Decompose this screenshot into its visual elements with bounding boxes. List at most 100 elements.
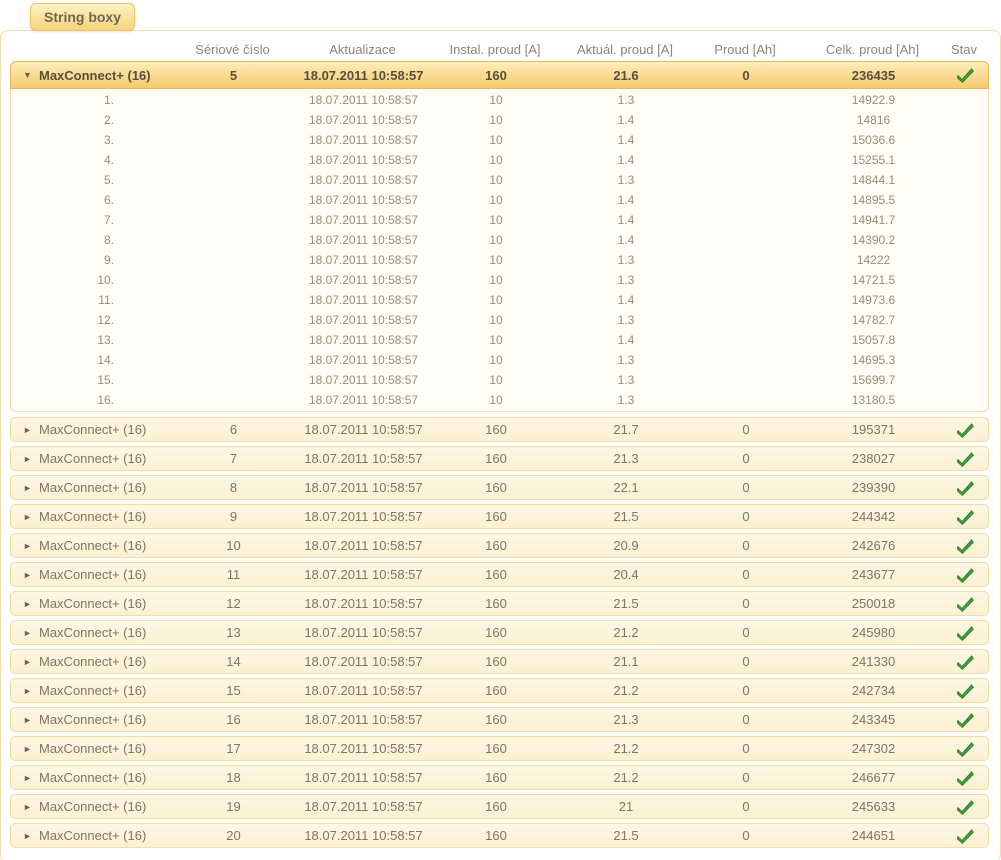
expander-icon[interactable]: ► xyxy=(23,628,39,638)
group-name-cell: ▼ MaxConnect+ (16) xyxy=(11,68,166,83)
string-box-group: ► MaxConnect+ (16) 18 18.07.2011 10:58:5… xyxy=(10,765,989,790)
cell-instal: 160 xyxy=(426,770,566,785)
string-index: 7. xyxy=(11,213,166,227)
cell-celk: 14973.6 xyxy=(806,293,941,307)
string-box-group: ► MaxConnect+ (16) 10 18.07.2011 10:58:5… xyxy=(10,533,989,558)
cell-aktual: 1.4 xyxy=(566,213,686,227)
group-name: MaxConnect+ (16) xyxy=(39,741,146,756)
cell-updated: 18.07.2011 10:58:57 xyxy=(301,213,426,227)
cell-celk: 13180.5 xyxy=(806,393,941,407)
cell-instal: 10 xyxy=(426,213,566,227)
group-row[interactable]: ► MaxConnect+ (16) 10 18.07.2011 10:58:5… xyxy=(10,533,989,558)
expander-icon[interactable]: ► xyxy=(23,454,39,464)
cell-serial: 7 xyxy=(166,451,301,466)
check-icon xyxy=(957,655,974,670)
cell-instal: 160 xyxy=(426,422,566,437)
expander-icon[interactable]: ► xyxy=(23,831,39,841)
cell-status xyxy=(941,421,989,437)
expander-icon[interactable]: ► xyxy=(23,744,39,754)
cell-instal: 10 xyxy=(426,393,566,407)
cell-celk: 243345 xyxy=(806,712,941,727)
group-row[interactable]: ► MaxConnect+ (16) 7 18.07.2011 10:58:57… xyxy=(10,446,989,471)
group-row[interactable]: ► MaxConnect+ (16) 13 18.07.2011 10:58:5… xyxy=(10,620,989,645)
group-row[interactable]: ► MaxConnect+ (16) 15 18.07.2011 10:58:5… xyxy=(10,678,989,703)
group-row[interactable]: ► MaxConnect+ (16) 9 18.07.2011 10:58:57… xyxy=(10,504,989,529)
expander-icon[interactable]: ► xyxy=(23,773,39,783)
cell-updated: 18.07.2011 10:58:57 xyxy=(301,451,426,466)
string-box-group: ► MaxConnect+ (16) 20 18.07.2011 10:58:5… xyxy=(10,823,989,848)
cell-updated: 18.07.2011 10:58:57 xyxy=(301,173,426,187)
expander-icon[interactable]: ► xyxy=(23,425,39,435)
cell-serial: 19 xyxy=(166,799,301,814)
cell-updated: 18.07.2011 10:58:57 xyxy=(301,313,426,327)
expander-icon[interactable]: ► xyxy=(23,715,39,725)
expander-icon[interactable]: ► xyxy=(23,657,39,667)
expander-icon[interactable]: ► xyxy=(23,570,39,580)
cell-proud: 0 xyxy=(686,509,806,524)
expander-icon[interactable]: ► xyxy=(23,541,39,551)
cell-updated: 18.07.2011 10:58:57 xyxy=(301,654,426,669)
string-row: 1. 18.07.2011 10:58:57 10 1.3 14922.9 xyxy=(11,90,988,110)
cell-instal: 10 xyxy=(426,233,566,247)
cell-aktual: 1.4 xyxy=(566,133,686,147)
string-index: 5. xyxy=(11,173,166,187)
expander-icon[interactable]: ► xyxy=(23,802,39,812)
group-name-cell: ► MaxConnect+ (16) xyxy=(11,625,166,640)
cell-aktual: 1.4 xyxy=(566,293,686,307)
cell-updated: 18.07.2011 10:58:57 xyxy=(301,538,426,553)
expander-icon[interactable]: ▼ xyxy=(23,70,39,80)
group-row[interactable]: ► MaxConnect+ (16) 11 18.07.2011 10:58:5… xyxy=(10,562,989,587)
cell-serial: 18 xyxy=(166,770,301,785)
cell-proud: 0 xyxy=(686,451,806,466)
group-row[interactable]: ► MaxConnect+ (16) 16 18.07.2011 10:58:5… xyxy=(10,707,989,732)
string-row: 4. 18.07.2011 10:58:57 10 1.4 15255.1 xyxy=(11,150,988,170)
cell-celk: 242676 xyxy=(806,538,941,553)
expander-icon[interactable]: ► xyxy=(23,686,39,696)
cell-updated: 18.07.2011 10:58:57 xyxy=(301,373,426,387)
cell-proud: 0 xyxy=(686,68,806,83)
cell-celk: 14922.9 xyxy=(806,93,941,107)
group-row[interactable]: ▼ MaxConnect+ (16) 5 18.07.2011 10:58:57… xyxy=(10,61,989,89)
group-row[interactable]: ► MaxConnect+ (16) 8 18.07.2011 10:58:57… xyxy=(10,475,989,500)
cell-proud: 0 xyxy=(686,480,806,495)
string-row: 14. 18.07.2011 10:58:57 10 1.3 14695.3 xyxy=(11,350,988,370)
cell-updated: 18.07.2011 10:58:57 xyxy=(301,683,426,698)
cell-instal: 10 xyxy=(426,313,566,327)
group-row[interactable]: ► MaxConnect+ (16) 19 18.07.2011 10:58:5… xyxy=(10,794,989,819)
check-icon xyxy=(957,568,974,583)
group-row[interactable]: ► MaxConnect+ (16) 17 18.07.2011 10:58:5… xyxy=(10,736,989,761)
string-row: 5. 18.07.2011 10:58:57 10 1.3 14844.1 xyxy=(11,170,988,190)
cell-aktual: 21.7 xyxy=(566,422,686,437)
group-name-cell: ► MaxConnect+ (16) xyxy=(11,799,166,814)
cell-updated: 18.07.2011 10:58:57 xyxy=(301,93,426,107)
group-name-cell: ► MaxConnect+ (16) xyxy=(11,509,166,524)
group-name: MaxConnect+ (16) xyxy=(39,712,146,727)
group-row[interactable]: ► MaxConnect+ (16) 18 18.07.2011 10:58:5… xyxy=(10,765,989,790)
header-celk: Celk. proud [Ah] xyxy=(805,42,940,57)
group-row[interactable]: ► MaxConnect+ (16) 6 18.07.2011 10:58:57… xyxy=(10,417,989,442)
expander-icon[interactable]: ► xyxy=(23,483,39,493)
group-row[interactable]: ► MaxConnect+ (16) 14 18.07.2011 10:58:5… xyxy=(10,649,989,674)
group-name: MaxConnect+ (16) xyxy=(39,480,146,495)
expander-icon[interactable]: ► xyxy=(23,512,39,522)
cell-serial: 5 xyxy=(166,68,301,83)
cell-aktual: 21.1 xyxy=(566,654,686,669)
cell-celk: 15036.6 xyxy=(806,133,941,147)
group-name: MaxConnect+ (16) xyxy=(39,828,146,843)
group-row[interactable]: ► MaxConnect+ (16) 12 18.07.2011 10:58:5… xyxy=(10,591,989,616)
cell-aktual: 1.4 xyxy=(566,333,686,347)
cell-proud: 0 xyxy=(686,422,806,437)
cell-instal: 160 xyxy=(426,741,566,756)
expander-icon[interactable]: ► xyxy=(23,599,39,609)
string-box-group: ► MaxConnect+ (16) 15 18.07.2011 10:58:5… xyxy=(10,678,989,703)
cell-updated: 18.07.2011 10:58:57 xyxy=(301,625,426,640)
cell-instal: 160 xyxy=(426,567,566,582)
cell-aktual: 20.9 xyxy=(566,538,686,553)
cell-updated: 18.07.2011 10:58:57 xyxy=(301,480,426,495)
group-row[interactable]: ► MaxConnect+ (16) 20 18.07.2011 10:58:5… xyxy=(10,823,989,848)
cell-updated: 18.07.2011 10:58:57 xyxy=(301,567,426,582)
cell-status xyxy=(941,798,989,814)
string-box-group: ► MaxConnect+ (16) 16 18.07.2011 10:58:5… xyxy=(10,707,989,732)
header-aktual: Aktuál. proud [A] xyxy=(565,42,685,57)
tab-string-boxy[interactable]: String boxy xyxy=(30,3,135,31)
